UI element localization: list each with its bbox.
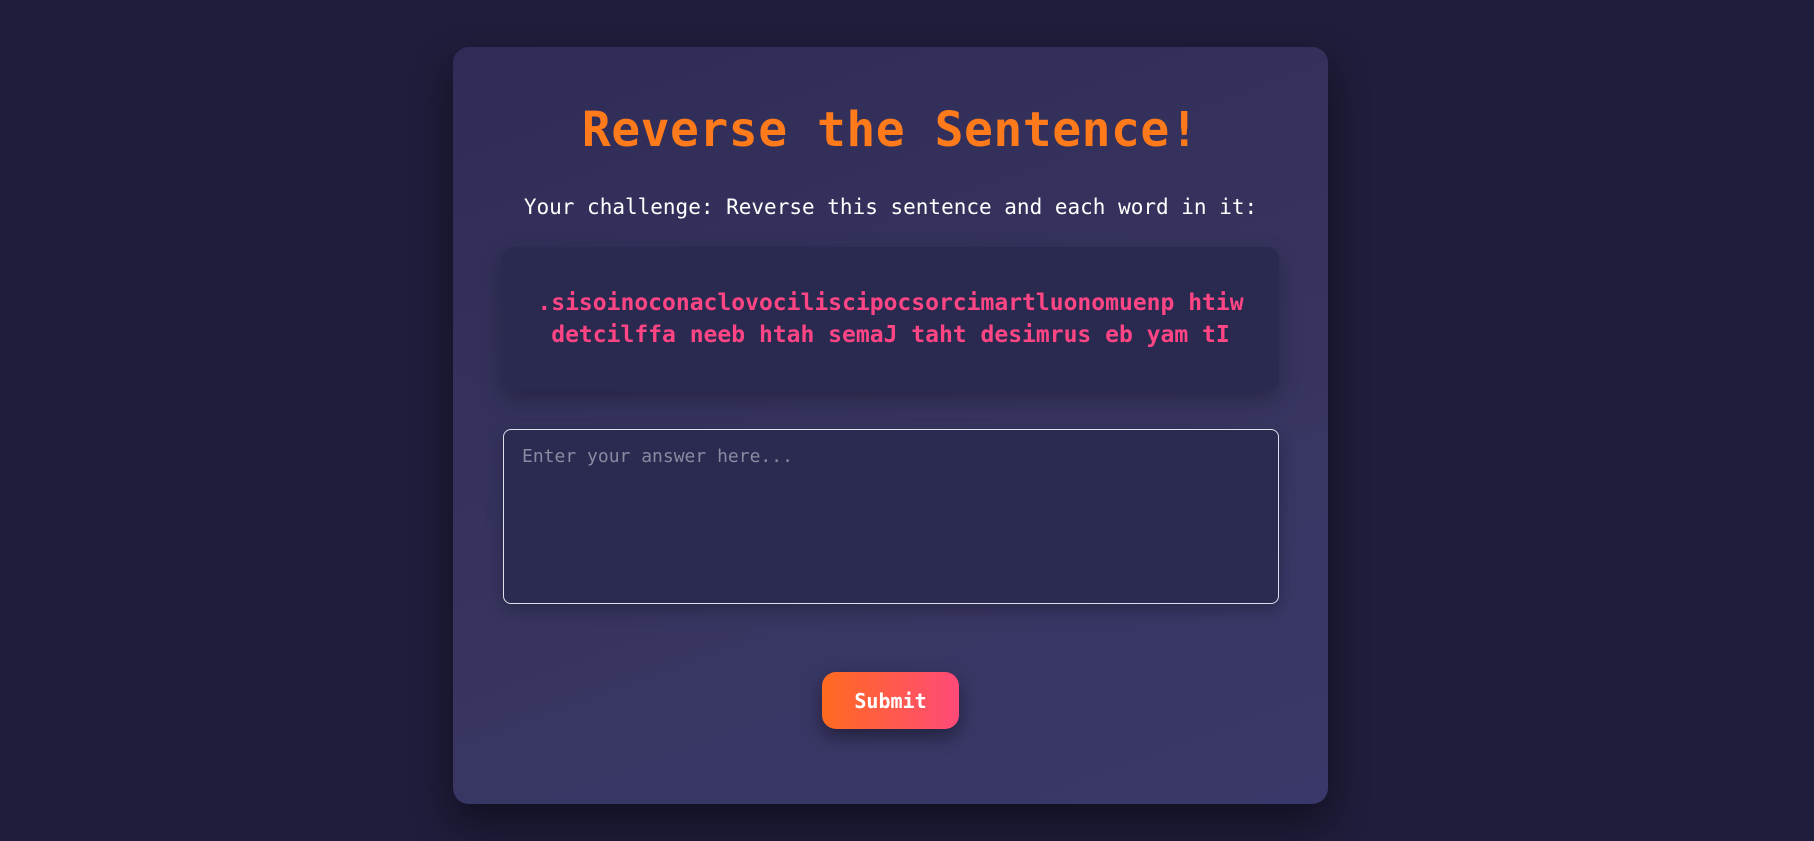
- challenge-card: Reverse the Sentence! Your challenge: Re…: [453, 47, 1328, 804]
- submit-button[interactable]: Submit: [822, 672, 959, 729]
- answer-input[interactable]: [503, 429, 1279, 604]
- reversed-sentence-box: .sisoinoconaclovociliscipocsorcimartluon…: [502, 247, 1279, 391]
- page-title: Reverse the Sentence!: [581, 102, 1200, 158]
- reversed-sentence: .sisoinoconaclovociliscipocsorcimartluon…: [537, 290, 1244, 348]
- challenge-instruction: Your challenge: Reverse this sentence an…: [523, 195, 1258, 219]
